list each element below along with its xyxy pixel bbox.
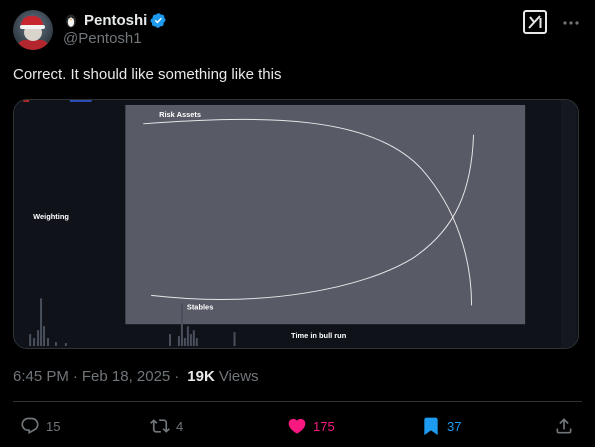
tweet-meta: 6:45 PM · Feb 18, 2025 · 19K Views [13,368,259,385]
action-bar: 15 4 175 37 [0,412,595,442]
bookmark-icon [424,417,438,436]
display-name[interactable]: Pentoshi [84,12,147,29]
reply-icon [21,417,39,435]
views-count[interactable]: 19K [187,368,215,385]
meta-separator: · [72,368,78,385]
author-name-row: Pentoshi [63,11,167,29]
like-button[interactable]: 175 [287,416,335,436]
reply-count: 15 [46,418,61,434]
x-axis-label: Time in bull run [291,331,347,340]
risk-assets-label: Risk Assets [159,110,201,119]
tweet-time[interactable]: 6:45 PM [13,368,69,385]
verified-badge-icon[interactable] [150,12,167,29]
grok-button[interactable] [523,10,547,34]
tweet-text: Correct. It should like something like t… [13,66,282,83]
reply-button[interactable]: 15 [20,416,60,436]
chart-illustration: Risk Assets Stables Weighting Time in bu… [15,100,577,348]
chart-panel [125,104,526,325]
bookmark-count: 37 [447,418,462,434]
repost-icon [150,419,170,433]
repost-count: 4 [176,418,184,434]
divider [13,401,582,402]
heart-icon [288,418,306,434]
penguin-icon [66,14,76,28]
like-count: 175 [313,418,335,434]
share-button[interactable] [554,416,580,436]
bookmark-button[interactable]: 37 [421,416,461,436]
more-options-icon[interactable] [561,13,581,33]
avatar[interactable] [13,10,53,50]
author-handle[interactable]: @Pentosh1 [63,30,142,47]
meta-separator: · [174,368,180,385]
y-axis-label: Weighting [33,212,69,221]
share-icon [556,418,572,434]
stables-label: Stables [187,302,213,311]
tweet-media-image[interactable]: Risk Assets Stables Weighting Time in bu… [13,99,579,349]
repost-button[interactable]: 4 [150,416,183,436]
views-label: Views [218,368,259,385]
grok-icon [528,15,542,29]
tweet-date[interactable]: Feb 18, 2025 [82,368,170,385]
